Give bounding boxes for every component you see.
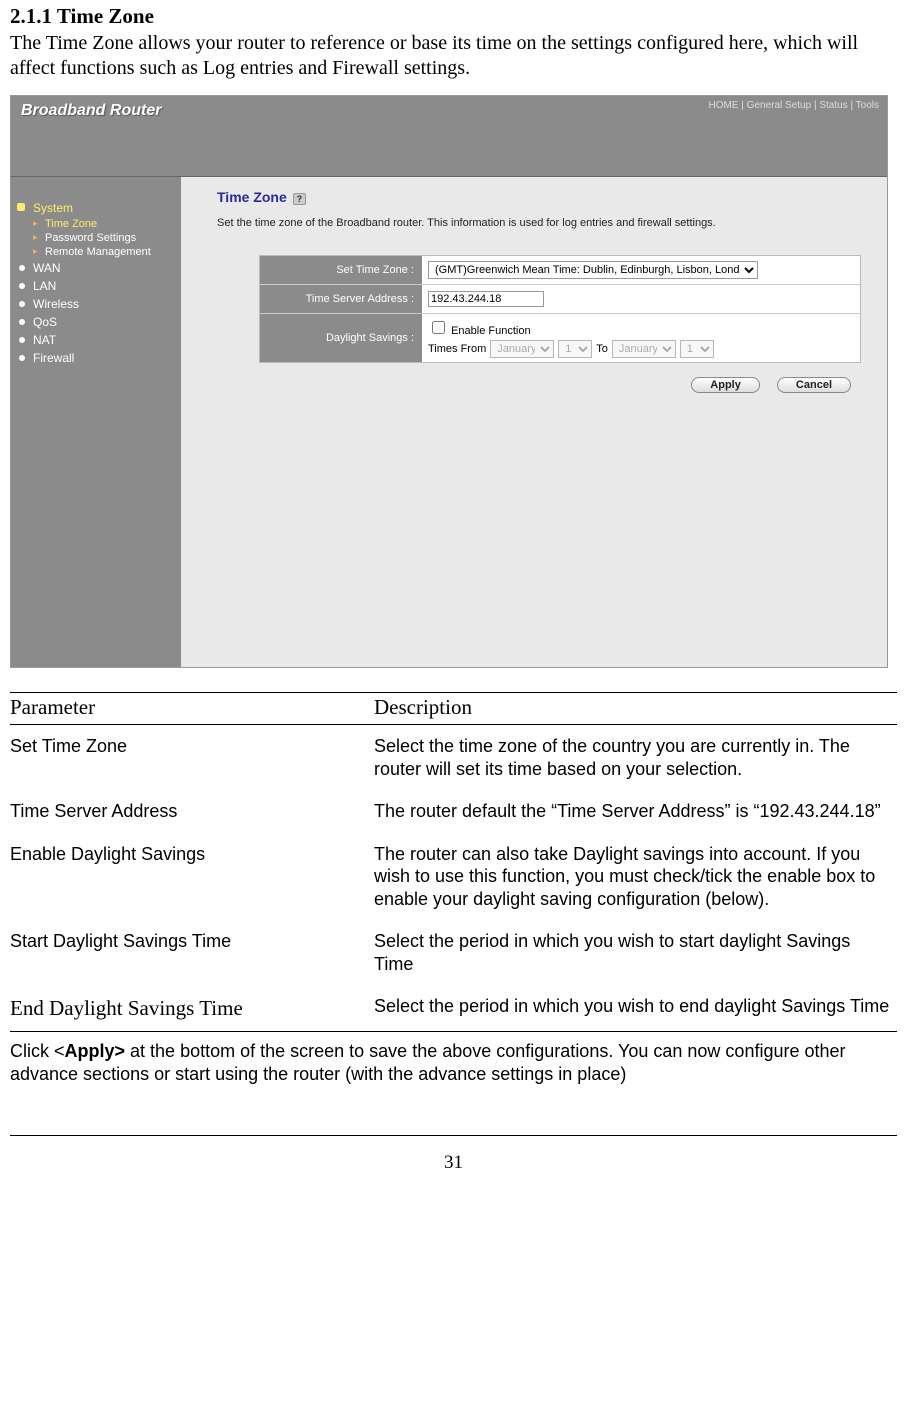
apply-button[interactable]: Apply	[691, 377, 760, 393]
after-bold: Apply>	[65, 1041, 126, 1061]
times-from-label: Times From	[428, 343, 486, 355]
router-topnav[interactable]: HOME | General Setup | Status | Tools	[709, 100, 879, 111]
th-description: Description	[374, 693, 897, 725]
sidebar-item-wan[interactable]: WAN	[11, 259, 181, 277]
row-desc-0: Select the time zone of the country you …	[374, 725, 897, 791]
label-daylight: Daylight Savings :	[260, 314, 422, 362]
after-post: at the bottom of the screen to save the …	[10, 1041, 846, 1084]
sidebar-sub-remote[interactable]: Remote Management	[11, 245, 181, 259]
timezone-select[interactable]: (GMT)Greenwich Mean Time: Dublin, Edinbu…	[428, 261, 758, 279]
row-desc-1: The router default the “Time Server Addr…	[374, 790, 897, 833]
router-header: Broadband Router HOME | General Setup | …	[11, 96, 887, 177]
footer-rule	[10, 1135, 897, 1136]
parameter-table: Parameter Description Set Time Zone Sele…	[10, 692, 897, 1031]
page-number: 31	[10, 1152, 897, 1174]
router-brand: Broadband Router	[21, 102, 161, 120]
from-day-select[interactable]: 1	[558, 340, 592, 358]
sidebar-item-lan[interactable]: LAN	[11, 277, 181, 295]
row-param-0: Set Time Zone	[10, 725, 374, 791]
main-title: Time Zone ?	[217, 189, 869, 205]
after-pre: Click <	[10, 1041, 65, 1061]
router-main: Time Zone ? Set the time zone of the Bro…	[181, 177, 887, 667]
label-time-server: Time Server Address :	[260, 285, 422, 313]
sidebar-item-nat[interactable]: NAT	[11, 331, 181, 349]
row-param-4: End Daylight Savings Time	[10, 985, 374, 1031]
to-day-select[interactable]: 1	[680, 340, 714, 358]
time-server-input[interactable]	[428, 291, 544, 307]
main-desc: Set the time zone of the Broadband route…	[217, 217, 869, 229]
to-month-select[interactable]: January	[612, 340, 676, 358]
sidebar-item-qos[interactable]: QoS	[11, 313, 181, 331]
after-table-note: Click <Apply> at the bottom of the scree…	[10, 1031, 897, 1085]
sidebar-item-system[interactable]: System	[11, 199, 181, 217]
section-intro: The Time Zone allows your router to refe…	[10, 31, 897, 81]
th-parameter: Parameter	[10, 693, 374, 725]
main-title-text: Time Zone	[217, 189, 287, 205]
section-heading: 2.1.1 Time Zone	[10, 4, 897, 29]
sidebar-item-wireless[interactable]: Wireless	[11, 295, 181, 313]
row-desc-3: Select the period in which you wish to s…	[374, 920, 897, 985]
from-month-select[interactable]: January	[490, 340, 554, 358]
enable-daylight-label: Enable Function	[451, 325, 531, 337]
cancel-button[interactable]: Cancel	[777, 377, 851, 393]
sidebar-sub-timezone[interactable]: Time Zone	[11, 217, 181, 231]
to-label: To	[596, 343, 608, 355]
row-param-2: Enable Daylight Savings	[10, 833, 374, 921]
settings-form: Set Time Zone : (GMT)Greenwich Mean Time…	[259, 255, 861, 363]
enable-daylight-checkbox[interactable]	[432, 321, 445, 334]
sidebar-item-firewall[interactable]: Firewall	[11, 349, 181, 367]
router-sidebar: System Time Zone Password Settings Remot…	[11, 177, 181, 667]
label-set-timezone: Set Time Zone :	[260, 256, 422, 284]
sidebar-sub-password[interactable]: Password Settings	[11, 231, 181, 245]
row-param-3: Start Daylight Savings Time	[10, 920, 374, 985]
router-screenshot: Broadband Router HOME | General Setup | …	[10, 95, 888, 668]
row-desc-4: Select the period in which you wish to e…	[374, 985, 897, 1031]
row-desc-2: The router can also take Daylight saving…	[374, 833, 897, 921]
row-param-1: Time Server Address	[10, 790, 374, 833]
help-icon[interactable]: ?	[293, 193, 307, 205]
